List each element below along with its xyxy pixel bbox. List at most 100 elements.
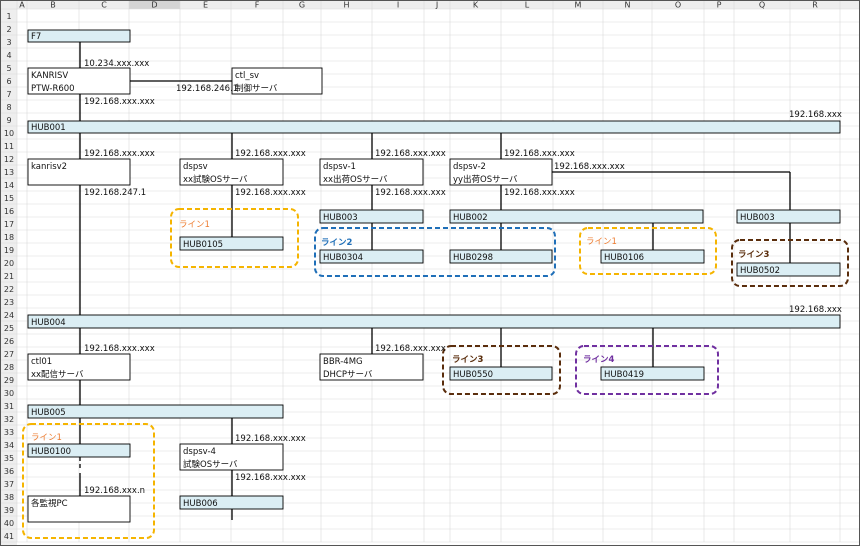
row-header-3[interactable]: 3 [6, 38, 11, 47]
row-header-13[interactable]: 13 [4, 168, 14, 177]
kanrisv-model: PTW-R600 [31, 84, 75, 94]
column-header-K[interactable]: K [473, 1, 479, 10]
f7-hub [27, 29, 131, 43]
row-header-14[interactable]: 14 [4, 181, 14, 190]
row-header-1[interactable]: 1 [6, 12, 11, 21]
ip-dspsv4-top: 192.168.xxx.xxx [235, 434, 306, 444]
column-header-R[interactable]: R [812, 1, 818, 10]
row-header-36[interactable]: 36 [4, 467, 14, 476]
line1-c-label: ライン1 [31, 433, 62, 443]
line3-b-label: ライン3 [452, 355, 484, 365]
row-header-38[interactable]: 38 [4, 493, 14, 502]
hub001-label: HUB001 [31, 123, 66, 133]
column-header-Q[interactable]: Q [759, 1, 765, 10]
row-header-11[interactable]: 11 [4, 142, 14, 151]
dspsv1-role: xx出荷OSサーバ [323, 174, 388, 185]
row-header-12[interactable]: 12 [4, 155, 14, 164]
kanrisv2-name: kanrisv2 [31, 162, 67, 172]
column-header-I[interactable]: I [397, 1, 399, 10]
row-header-16[interactable]: 16 [4, 207, 14, 216]
row-header-34[interactable]: 34 [4, 441, 14, 450]
hub004-bar [27, 314, 841, 329]
row-header-21[interactable]: 21 [4, 272, 14, 281]
ip-dspsv2-below: 192.168.xxx.xxx [504, 188, 575, 198]
line1-a-label: ライン1 [179, 220, 210, 230]
dspsv4-name: dspsv-4 [183, 447, 216, 457]
row-header-4[interactable]: 4 [6, 51, 11, 60]
row-header-17[interactable]: 17 [4, 220, 14, 229]
row-header-39[interactable]: 39 [4, 506, 14, 515]
row-header-7[interactable]: 7 [6, 90, 11, 99]
column-header-D[interactable]: D [151, 1, 157, 10]
hub006-label: HUB006 [183, 499, 218, 509]
column-header-E[interactable]: E [203, 1, 208, 10]
kanrisv-name: KANRISV [31, 71, 68, 81]
column-header-N[interactable]: N [625, 1, 631, 10]
hub005-label: HUB005 [31, 408, 66, 418]
row-header-6[interactable]: 6 [6, 77, 11, 86]
ip-dspsv1-below: 192.168.xxx.xxx [375, 188, 446, 198]
hub0298-label: HUB0298 [453, 253, 493, 263]
hub001-bar [27, 120, 841, 134]
row-header-18[interactable]: 18 [4, 233, 14, 242]
dspsv1-name: dspsv-1 [323, 162, 356, 172]
row-header-15[interactable]: 15 [4, 194, 14, 203]
dspsv-role: xx試験OSサーバ [183, 174, 248, 185]
row-header-10[interactable]: 10 [4, 129, 14, 138]
row-header-22[interactable]: 22 [4, 285, 14, 294]
network-diagram-sheet[interactable]: ABCDEFGHIJKLMNOPQR 123456789101112131415… [0, 0, 860, 546]
row-header-31[interactable]: 31 [4, 402, 14, 411]
row-header-23[interactable]: 23 [4, 298, 14, 307]
row-header-2[interactable]: 2 [6, 25, 11, 34]
hub002-label: HUB002 [453, 213, 488, 223]
line4-label: ライン4 [583, 355, 615, 365]
ip-dspsv1-top: 192.168.xxx.xxx [375, 149, 446, 159]
monitor-pc-name: 各監視PC [31, 498, 68, 509]
row-header-8[interactable]: 8 [6, 103, 11, 112]
ip-hub004-right: 192.168.xxx [789, 305, 842, 315]
dspsv2-name: dspsv-2 [453, 162, 486, 172]
bbr-role: DHCPサーバ [323, 370, 373, 380]
row-header-33[interactable]: 33 [4, 428, 14, 437]
column-header-C[interactable]: C [101, 1, 107, 10]
row-header-32[interactable]: 32 [4, 415, 14, 424]
column-header-A[interactable]: A [19, 1, 25, 10]
row-header-40[interactable]: 40 [4, 519, 14, 528]
row-header-26[interactable]: 26 [4, 337, 14, 346]
dspsv-name: dspsv [183, 162, 208, 172]
row-header-41[interactable]: 41 [4, 532, 14, 541]
column-header-O[interactable]: O [675, 1, 681, 10]
dspsv4-role: 試験OSサーバ [183, 459, 238, 470]
diagram-labels: F7 10.234.xxx.xxx KANRISV PTW-R600 ctl_s… [31, 32, 842, 509]
column-header-F[interactable]: F [255, 1, 260, 10]
ctl01-name: ctl01 [31, 357, 52, 367]
row-header-20[interactable]: 20 [4, 259, 14, 268]
row-header-37[interactable]: 37 [4, 480, 14, 489]
row-header-24[interactable]: 24 [4, 311, 14, 320]
row-header-29[interactable]: 29 [4, 376, 14, 385]
f7-label: F7 [31, 32, 41, 42]
row-header-28[interactable]: 28 [4, 363, 14, 372]
column-header-M[interactable]: M [575, 1, 582, 10]
column-header-B[interactable]: B [50, 1, 56, 10]
ip-dspsv2-top: 192.168.xxx.xxx [504, 149, 575, 159]
row-header-9[interactable]: 9 [6, 116, 11, 125]
hub0100-label: HUB0100 [31, 447, 71, 457]
ip-f7-below: 10.234.xxx.xxx [84, 59, 149, 69]
ctl-sv-role: 制御サーバ [235, 83, 278, 94]
column-header-J[interactable]: J [435, 1, 438, 10]
column-header-L[interactable]: L [525, 1, 530, 10]
row-header-5[interactable]: 5 [6, 64, 11, 73]
row-header-25[interactable]: 25 [4, 324, 14, 333]
column-header-H[interactable]: H [343, 1, 349, 10]
row-header-27[interactable]: 27 [4, 350, 14, 359]
row-header-35[interactable]: 35 [4, 454, 14, 463]
line2-label: ライン2 [321, 238, 353, 248]
row-header-30[interactable]: 30 [4, 389, 14, 398]
column-header-P[interactable]: P [717, 1, 722, 10]
column-header-G[interactable]: G [299, 1, 305, 10]
hub004-label: HUB004 [31, 318, 66, 328]
row-header-19[interactable]: 19 [4, 246, 14, 255]
hub005-bar [27, 404, 284, 419]
hub0105-label: HUB0105 [183, 240, 223, 250]
